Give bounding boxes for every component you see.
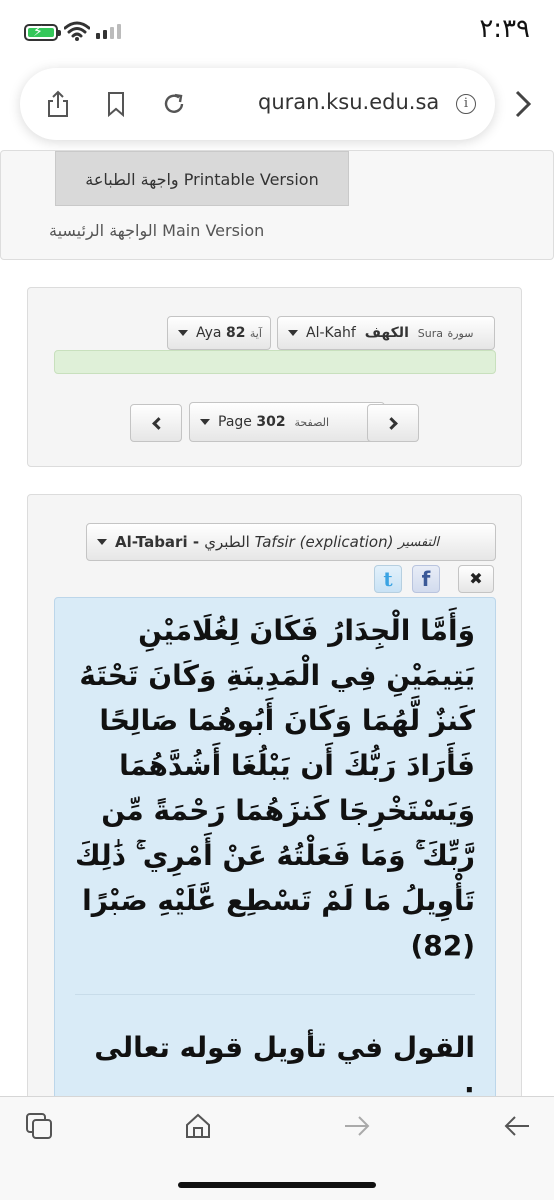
wifi-icon bbox=[64, 21, 90, 41]
forward-chevron-icon[interactable] bbox=[512, 88, 536, 120]
tabs-icon[interactable] bbox=[24, 1111, 54, 1141]
aya-select[interactable]: Aya 82 آية bbox=[167, 316, 271, 350]
printable-version-tab[interactable]: واجهة الطباعة Printable Version bbox=[55, 151, 349, 206]
status-time: ٢:٣٩ bbox=[479, 14, 530, 44]
cellular-signal-icon bbox=[96, 24, 121, 39]
previous-page-button[interactable] bbox=[130, 404, 182, 442]
share-icon[interactable] bbox=[44, 90, 72, 118]
battery-charging-icon: ⚡ bbox=[24, 24, 61, 41]
reload-icon[interactable] bbox=[160, 90, 188, 118]
tafsir-label-ar: التفسير bbox=[398, 534, 440, 550]
chevron-right-icon bbox=[384, 416, 398, 430]
caret-down-icon bbox=[288, 330, 298, 336]
navigation-panel: Aya 82 آية Al-Kahf الكهف Sura سورة Page … bbox=[27, 287, 522, 467]
page-select[interactable]: Page 302 الصفحة bbox=[189, 402, 385, 442]
aya-number: 82 bbox=[225, 325, 246, 341]
sura-label-en: Sura bbox=[417, 326, 443, 340]
browser-address-bar[interactable]: quran.ksu.edu.sa i bbox=[20, 68, 495, 140]
close-icon[interactable]: ✖ bbox=[458, 565, 494, 593]
caret-down-icon bbox=[178, 330, 188, 336]
caret-down-icon bbox=[200, 419, 210, 425]
progress-bar bbox=[54, 350, 496, 374]
sura-label-ar: سورة bbox=[447, 326, 474, 340]
page-label-ar: الصفحة bbox=[294, 415, 330, 429]
facebook-share-icon[interactable]: f bbox=[412, 565, 440, 593]
tafsir-panel: Al-Tabari - الطبري Tafsir (explication) … bbox=[27, 494, 522, 1134]
twitter-share-icon[interactable]: t bbox=[374, 565, 402, 593]
main-version-link[interactable]: الواجهة الرئيسية Main Version bbox=[49, 221, 264, 240]
sura-name-en: Al-Kahf bbox=[306, 325, 356, 341]
url-text[interactable]: quran.ksu.edu.sa bbox=[258, 90, 439, 114]
tafsir-book-en: Al-Tabari bbox=[115, 533, 188, 551]
home-indicator bbox=[178, 1182, 376, 1188]
version-panel: واجهة الطباعة Printable Version الواجهة … bbox=[0, 150, 554, 260]
next-page-button[interactable] bbox=[367, 404, 419, 442]
divider bbox=[75, 994, 475, 995]
bookmark-icon[interactable] bbox=[102, 90, 130, 118]
page-label-en: Page bbox=[218, 414, 252, 430]
sura-name-ar: الكهف bbox=[364, 325, 409, 341]
tafsir-book-ar: الطبري bbox=[204, 533, 250, 551]
bottom-toolbar bbox=[0, 1096, 554, 1200]
aya-label-ar: آية bbox=[249, 326, 262, 340]
tafsir-label-en: Tafsir (explication) bbox=[254, 533, 394, 551]
verse-text: وَأَمَّا الْجِدَارُ فَكَانَ لِغُلَامَيْن… bbox=[75, 614, 475, 962]
home-icon[interactable] bbox=[183, 1111, 213, 1141]
tafsir-content: وَأَمَّا الْجِدَارُ فَكَانَ لِغُلَامَيْن… bbox=[54, 597, 496, 1133]
caret-down-icon bbox=[97, 539, 107, 545]
back-arrow-icon[interactable] bbox=[502, 1111, 532, 1141]
tafsir-select[interactable]: Al-Tabari - الطبري Tafsir (explication) … bbox=[86, 523, 496, 561]
chevron-left-icon bbox=[151, 416, 165, 430]
aya-label-en: Aya bbox=[196, 325, 222, 341]
info-icon[interactable]: i bbox=[456, 94, 476, 114]
status-bar: ⚡ ٢:٣٩ bbox=[0, 0, 554, 64]
page-number: 302 bbox=[256, 414, 286, 430]
forward-arrow-icon bbox=[345, 1116, 370, 1136]
sura-select[interactable]: Al-Kahf الكهف Sura سورة bbox=[277, 316, 495, 350]
